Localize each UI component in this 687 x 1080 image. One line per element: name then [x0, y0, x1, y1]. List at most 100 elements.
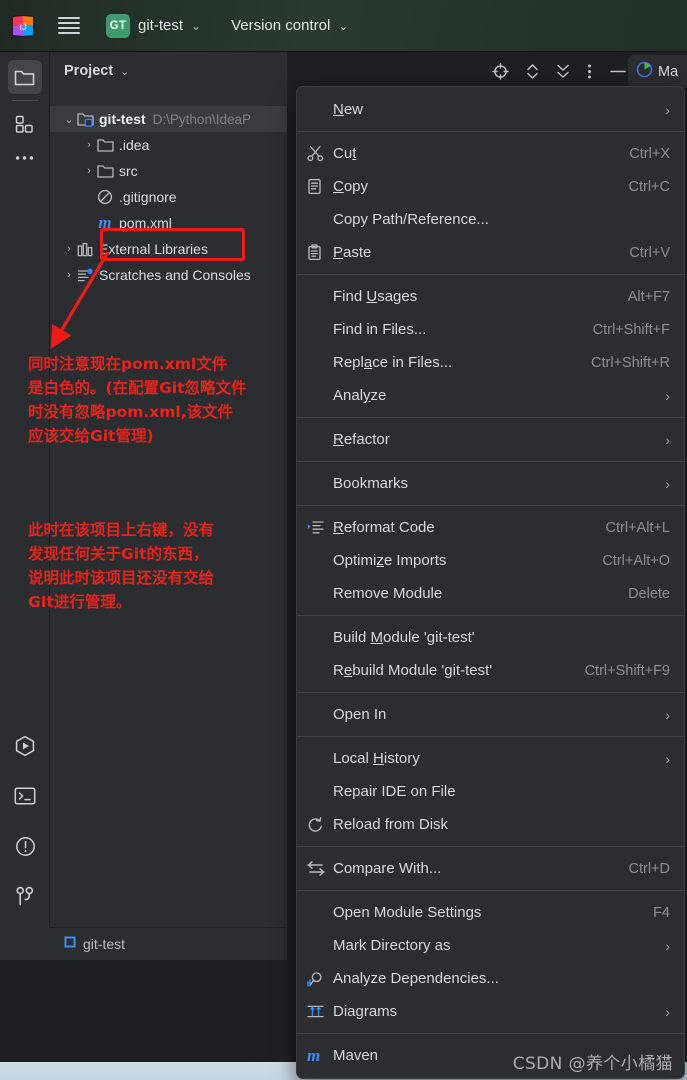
menu-item-label: Repair IDE on File — [333, 783, 456, 800]
menu-item-shortcut: Ctrl+C — [628, 178, 671, 195]
menu-item-shortcut: F4 — [653, 904, 670, 921]
menu-item-remove-module[interactable]: Remove Module Delete — [297, 577, 684, 610]
menu-item-rebuild-module-git-test[interactable]: Rebuild Module 'git-test' Ctrl+Shift+F9 — [297, 654, 684, 687]
tree-item-scratches-and-consoles[interactable]: › Scratches and Consoles — [50, 262, 287, 288]
menu-item-diagrams[interactable]: Diagrams › — [297, 995, 684, 1028]
maven-tool-window-tab[interactable]: Ma — [628, 55, 687, 88]
menu-item-maven[interactable]: m Maven › — [297, 1039, 684, 1072]
gitignore-icon — [96, 189, 114, 205]
menu-item-label: Paste — [333, 244, 372, 261]
tree-item-label: src — [119, 163, 138, 179]
tree-item-pom-xml[interactable]: m pom.xml — [50, 210, 287, 236]
menu-item-cut[interactable]: Cut Ctrl+X — [297, 137, 684, 170]
diagrams-icon — [307, 1004, 333, 1019]
menu-item-optimize-imports[interactable]: Optimize Imports Ctrl+Alt+O — [297, 544, 684, 577]
project-selector[interactable]: GT git-test ⌄ — [102, 12, 205, 40]
tree-item-label: git-test — [99, 111, 146, 127]
menu-item-copy-path-reference[interactable]: Copy Path/Reference... — [297, 203, 684, 236]
menu-item-repair-ide-on-file[interactable]: Repair IDE on File — [297, 775, 684, 808]
menu-item-shortcut: Ctrl+Shift+F — [592, 321, 670, 338]
chevron-down-icon[interactable]: ⌄ — [62, 113, 76, 126]
menu-item-find-usages[interactable]: Find Usages Alt+F7 — [297, 280, 684, 313]
terminal-tool-icon[interactable] — [8, 779, 42, 813]
menu-item-local-history[interactable]: Local History › — [297, 742, 684, 775]
menu-separator — [297, 890, 684, 891]
menu-item-new[interactable]: New › — [297, 93, 684, 126]
chevron-right-icon[interactable]: › — [82, 139, 96, 151]
menu-item-analyze[interactable]: Analyze › — [297, 379, 684, 412]
compare-with-icon — [307, 861, 333, 876]
tree-item-path: D:\Python\IdeaP — [152, 111, 251, 127]
hamburger-menu-icon[interactable] — [58, 17, 80, 34]
collapse-all-icon[interactable] — [556, 63, 570, 80]
expand-collapse-icon[interactable] — [526, 63, 539, 80]
chevron-right-icon[interactable]: › — [62, 269, 76, 281]
menu-item-open-in[interactable]: Open In › — [297, 698, 684, 731]
reload-from-disk-icon — [307, 816, 333, 833]
project-name-label: git-test — [138, 17, 184, 34]
menu-item-analyze-dependencies[interactable]: Analyze Dependencies... — [297, 962, 684, 995]
tree-item-external-libraries[interactable]: › External Libraries — [50, 236, 287, 262]
menu-item-compare-with[interactable]: Compare With... Ctrl+D — [297, 852, 684, 885]
structure-tool-icon[interactable] — [8, 107, 42, 141]
more-options-icon[interactable] — [587, 63, 592, 80]
menu-item-mark-directory-as[interactable]: Mark Directory as › — [297, 929, 684, 962]
tree-item-src[interactable]: › src — [50, 158, 287, 184]
tree-item-idea[interactable]: › .idea — [50, 132, 287, 158]
menu-item-label: Diagrams — [333, 1003, 398, 1020]
title-bar: IJ GT git-test ⌄ Version control ⌄ — [0, 0, 687, 52]
menu-item-copy[interactable]: Copy Ctrl+C — [297, 170, 684, 203]
intellij-idea-logo: IJ — [10, 13, 36, 39]
run-tool-icon[interactable] — [8, 729, 42, 763]
tree-item-git-test[interactable]: ⌄ git-test D:\Python\IdeaP — [50, 106, 287, 132]
menu-separator — [297, 461, 684, 462]
menu-item-shortcut: Ctrl+X — [629, 145, 670, 162]
svg-text:IJ: IJ — [19, 22, 26, 32]
chevron-right-icon: › — [665, 1047, 670, 1064]
hide-icon[interactable] — [609, 63, 627, 80]
select-opened-file-icon[interactable] — [492, 62, 509, 80]
more-tool-windows-icon[interactable] — [8, 141, 42, 175]
menu-item-label: Rebuild Module 'git-test' — [333, 662, 493, 679]
menu-item-build-module-git-test[interactable]: Build Module 'git-test' — [297, 621, 684, 654]
menu-item-reload-from-disk[interactable]: Reload from Disk — [297, 808, 684, 841]
menu-item-label: Find Usages — [333, 288, 418, 305]
chevron-right-icon[interactable]: › — [62, 243, 76, 255]
project-tool-icon[interactable] — [7, 60, 42, 94]
project-panel-actions — [492, 52, 627, 90]
menu-item-label: Find in Files... — [333, 321, 427, 338]
module-icon — [64, 935, 76, 953]
menu-separator — [297, 131, 684, 132]
menu-item-open-module-settings[interactable]: Open Module Settings F4 — [297, 896, 684, 929]
menu-separator — [297, 692, 684, 693]
chevron-down-icon[interactable]: ⌄ — [120, 65, 129, 78]
chevron-right-icon: › — [665, 475, 670, 492]
menu-item-replace-in-files[interactable]: Replace in Files... Ctrl+Shift+R — [297, 346, 684, 379]
page-title: Project — [64, 63, 114, 79]
menu-item-paste[interactable]: Paste Ctrl+V — [297, 236, 684, 269]
menu-item-label: Local History — [333, 750, 420, 767]
menu-item-find-in-files[interactable]: Find in Files... Ctrl+Shift+F — [297, 313, 684, 346]
menu-item-shortcut: Ctrl+Alt+L — [605, 519, 670, 536]
chevron-right-icon[interactable]: › — [82, 165, 96, 177]
chevron-right-icon: › — [665, 387, 670, 404]
version-control-tool-icon[interactable] — [8, 879, 42, 913]
menu-item-bookmarks[interactable]: Bookmarks › — [297, 467, 684, 500]
problems-tool-icon[interactable] — [8, 829, 42, 863]
menu-item-label: Mark Directory as — [333, 937, 451, 954]
cut-icon — [307, 145, 333, 162]
project-tree: ⌄ git-test D:\Python\IdeaP › .idea › src… — [50, 106, 287, 288]
menu-item-label: Open In — [333, 706, 387, 723]
menu-separator — [297, 1033, 684, 1034]
tree-item-gitignore[interactable]: .gitignore — [50, 184, 287, 210]
version-control-selector[interactable]: Version control ⌄ — [231, 17, 348, 34]
menu-item-label: New — [333, 101, 364, 118]
menu-item-reformat-code[interactable]: Reformat Code Ctrl+Alt+L — [297, 511, 684, 544]
project-panel-header: Project ⌄ — [50, 52, 687, 90]
menu-item-shortcut: Ctrl+V — [629, 244, 670, 261]
annotation-note-2: 此时在该项目上右键，没有 发现任何关于Git的东西， 说明此时该项目还没有交给 … — [28, 521, 215, 611]
menu-item-shortcut: Alt+F7 — [627, 288, 670, 305]
menu-item-label: Copy — [333, 178, 369, 195]
menu-item-refactor[interactable]: Refactor › — [297, 423, 684, 456]
chevron-down-icon: ⌄ — [191, 18, 202, 33]
